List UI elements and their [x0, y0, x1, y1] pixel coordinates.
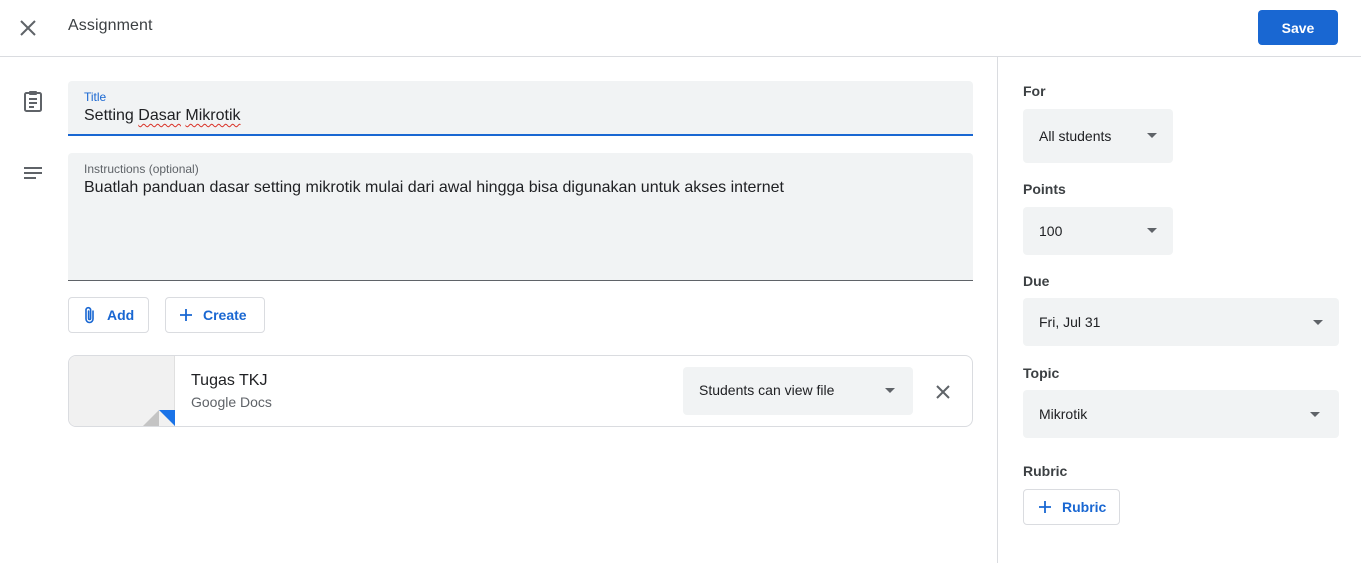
clipboard-icon [22, 90, 44, 112]
title-input-value[interactable]: Setting Dasar Mikrotik [84, 107, 241, 125]
document-thumbnail [69, 356, 175, 426]
topic-value: Mikrotik [1039, 406, 1088, 422]
due-label: Due [1023, 273, 1050, 289]
dropdown-arrow-icon [1313, 320, 1323, 325]
plus-icon [180, 309, 192, 321]
attachment-name[interactable]: Tugas TKJ [191, 372, 267, 390]
title-field-label: Title [84, 90, 107, 104]
create-button-label: Create [203, 307, 247, 323]
close-button[interactable] [14, 14, 42, 42]
add-attachment-button[interactable]: Add [68, 297, 149, 333]
assignment-form: Title Setting Dasar Mikrotik Instruction… [0, 57, 997, 563]
save-button[interactable]: Save [1258, 10, 1338, 45]
sharing-permission-select[interactable]: Students can view file [683, 367, 913, 415]
topic-label: Topic [1023, 365, 1060, 381]
page-title: Assignment [68, 17, 153, 34]
assignment-settings-panel: For All students Points 100 Due Fri, Jul… [997, 57, 1361, 563]
docs-corner-icon [159, 410, 175, 426]
for-select[interactable]: All students [1023, 109, 1173, 163]
rubric-button-label: Rubric [1062, 499, 1107, 515]
close-icon [20, 20, 36, 36]
instructions-field-label: Instructions (optional) [84, 162, 199, 176]
dropdown-arrow-icon [1147, 133, 1157, 138]
sharing-permission-value: Students can view file [699, 382, 835, 398]
paperclip-icon [85, 306, 94, 324]
dropdown-arrow-icon [885, 388, 895, 393]
due-date-select[interactable]: Fri, Jul 31 [1023, 298, 1339, 346]
notes-icon [22, 163, 44, 185]
points-value: 100 [1039, 223, 1063, 239]
page-fold-icon [143, 410, 159, 426]
due-value: Fri, Jul 31 [1039, 314, 1101, 330]
attachment-card[interactable]: Tugas TKJ Google Docs Students can view … [68, 355, 973, 427]
title-text: Setting Dasar Mikrotik [84, 107, 241, 124]
close-icon [936, 385, 950, 399]
title-field[interactable]: Title Setting Dasar Mikrotik [68, 81, 973, 136]
instructions-field[interactable]: Instructions (optional) Buatlah panduan … [68, 153, 973, 281]
top-app-bar: Assignment Save [0, 0, 1361, 57]
rubric-label: Rubric [1023, 463, 1068, 479]
dropdown-arrow-icon [1147, 228, 1157, 233]
topic-select[interactable]: Mikrotik [1023, 390, 1339, 438]
plus-icon [1039, 501, 1051, 513]
instructions-text[interactable]: Buatlah panduan dasar setting mikrotik m… [84, 179, 784, 197]
dropdown-arrow-icon [1310, 412, 1320, 417]
for-value: All students [1039, 128, 1112, 144]
points-label: Points [1023, 181, 1066, 197]
add-button-label: Add [107, 307, 135, 323]
add-rubric-button[interactable]: Rubric [1023, 489, 1120, 525]
remove-attachment-button[interactable] [929, 378, 957, 406]
attachment-type: Google Docs [191, 394, 272, 410]
points-select[interactable]: 100 [1023, 207, 1173, 255]
create-button[interactable]: Create [165, 297, 265, 333]
for-label: For [1023, 83, 1046, 99]
